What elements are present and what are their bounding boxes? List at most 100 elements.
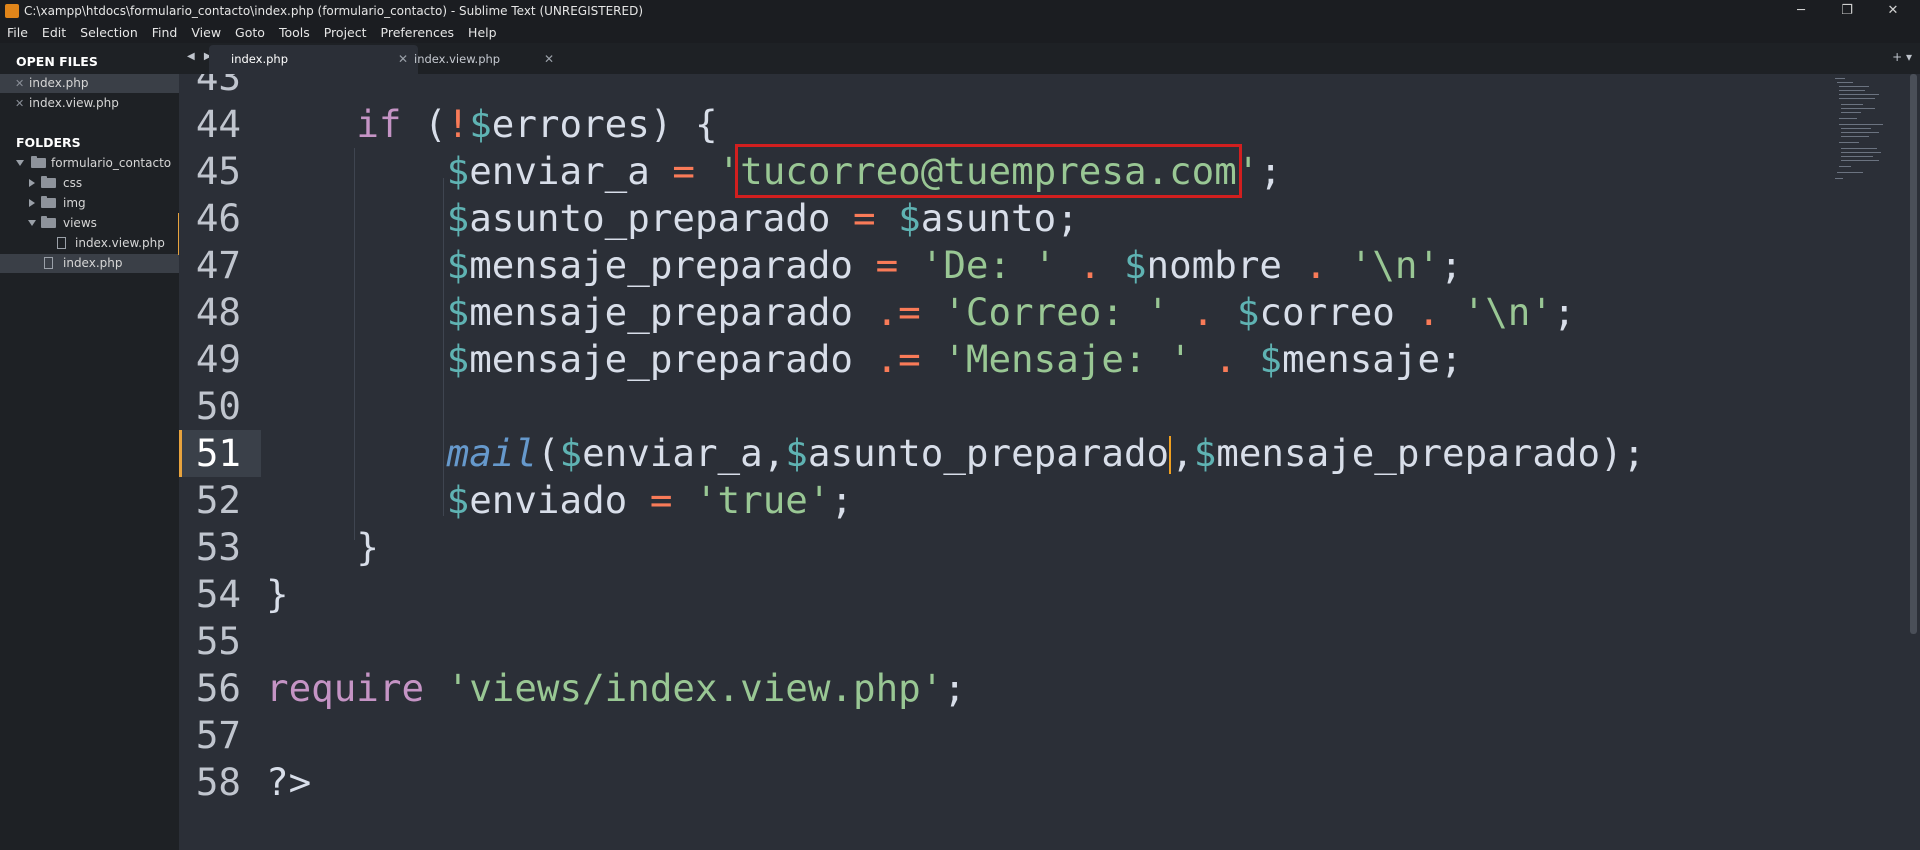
folder-label: views [63,216,97,230]
expand-down-icon[interactable] [16,160,24,166]
tab-label: index.php [231,52,289,66]
menu-selection[interactable]: Selection [73,22,145,43]
expand-right-icon[interactable] [29,179,35,187]
code-text: $enviado = 'true'; [446,478,854,522]
minimize-button[interactable]: ─ [1778,0,1824,22]
code-text: $mensaje_preparado .= 'Correo: ' . $corr… [446,290,1576,334]
file-label: index.php [63,256,123,270]
menu-tools[interactable]: Tools [272,22,317,43]
file-item-index-view[interactable]: index.view.php [0,234,179,253]
code-text: if (!$errores) { [356,102,718,146]
expand-right-icon[interactable] [29,199,35,207]
minimap[interactable] [1835,74,1905,194]
menu-preferences[interactable]: Preferences [374,22,462,43]
vertical-scrollbar[interactable] [1910,74,1917,634]
code-text: mail($enviar_a,$asunto_preparado,$mensaj… [446,431,1646,475]
menu-project[interactable]: Project [317,22,374,43]
sidebar: OPEN FILES ✕ index.php ✕ index.view.php … [0,43,180,850]
line-number: 50 [195,384,241,428]
line-number: 54 [195,572,241,616]
menu-file[interactable]: File [0,22,35,43]
code-text: ?> [266,760,312,804]
line-number: 45 [195,149,241,193]
title-bar: C:\xampp\htdocs\formulario_contacto\inde… [0,0,1920,22]
line-number: 51 [195,431,241,475]
menu-view[interactable]: View [184,22,228,43]
menu-help[interactable]: Help [461,22,504,43]
close-window-button[interactable]: ✕ [1870,0,1916,22]
code-text: } [266,572,289,616]
code-line: 57 [179,712,1829,759]
code-text: } [356,525,379,569]
close-file-icon[interactable]: ✕ [15,74,24,93]
code-line: 55 [179,618,1829,665]
code-editor[interactable]: 43 44 if (!$errores) { 45 $enviar_a = 't… [179,74,1920,850]
close-file-icon[interactable]: ✕ [15,94,24,113]
open-file-label: index.php [29,76,89,90]
code-line: 46 $asunto_preparado = $asunto; [179,195,1829,242]
file-label: index.view.php [75,236,165,250]
line-number: 57 [195,713,241,757]
line-number: 55 [195,619,241,663]
tab-bar: ◀ ▶ index.php ✕ index.view.php ✕ + ▾ [179,43,1920,74]
open-file-item[interactable]: ✕ index.view.php [0,94,179,113]
line-number: 49 [195,337,241,381]
code-text: $mensaje_preparado = 'De: ' . $nombre . … [446,243,1463,287]
folder-label: img [63,196,86,210]
folders-heading: FOLDERS [16,135,81,150]
code-line: 56 require 'views/index.view.php'; [179,665,1829,712]
menu-edit[interactable]: Edit [35,22,73,43]
folder-open-icon [31,156,46,168]
new-tab-and-menu-icon[interactable]: + ▾ [1892,50,1912,64]
folder-icon [41,176,56,188]
open-file-label: index.view.php [29,96,119,110]
code-line: 44 if (!$errores) { [179,101,1829,148]
line-number: 43 [195,74,241,99]
code-text: require 'views/index.view.php'; [266,666,966,710]
sublime-logo-icon [5,4,19,18]
email-highlight: tucorreo@tuempresa.com [735,144,1242,198]
line-number: 58 [195,760,241,804]
menu-bar: File Edit Selection Find View Goto Tools Projec… [0,22,1920,43]
file-icon [57,237,66,249]
code-line: 52 $enviado = 'true'; [179,477,1829,524]
restore-button[interactable]: ❐ [1824,0,1870,22]
line-number: 46 [195,196,241,240]
code-line: 49 $mensaje_preparado .= 'Mensaje: ' . $… [179,336,1829,383]
tab-index-view-php[interactable]: index.view.php ✕ [392,45,564,74]
line-number: 52 [195,478,241,522]
open-file-item[interactable]: ✕ index.php [0,74,179,93]
code-line: 43 [179,74,1829,101]
menu-goto[interactable]: Goto [228,22,272,43]
line-number: 56 [195,666,241,710]
folder-label: formulario_contacto [51,156,172,170]
tab-label: index.view.php [414,52,501,66]
code-line: 50 [179,383,1829,430]
line-number: 48 [195,290,241,334]
folder-item-views[interactable]: views [0,214,179,233]
code-line: 58 ?> [179,759,1829,806]
code-line: 53 } [179,524,1829,571]
folder-item-css[interactable]: css [0,174,179,193]
line-number: 47 [195,243,241,287]
code-line: 47 $mensaje_preparado = 'De: ' . $nombre… [179,242,1829,289]
tab-index-php[interactable]: index.php ✕ [209,45,418,74]
menu-find[interactable]: Find [145,22,185,43]
file-icon [44,257,53,269]
line-number: 44 [195,102,241,146]
close-tab-icon[interactable]: ✕ [544,45,554,74]
code-text: $asunto_preparado = $asunto; [446,196,1079,240]
folder-item-img[interactable]: img [0,194,179,213]
folder-label: css [63,176,83,190]
expand-down-icon[interactable] [28,220,36,226]
folder-item-formulario-contacto[interactable]: formulario_contacto [0,154,179,173]
line-number: 53 [195,525,241,569]
window-title: C:\xampp\htdocs\formulario_contacto\inde… [24,4,644,18]
code-line: 54 } [179,571,1829,618]
folder-open-icon [41,216,56,228]
file-item-index[interactable]: index.php [0,254,179,273]
code-text: $enviar_a = 'tucorreo@tuempresa.com'; [446,144,1282,198]
open-files-heading: OPEN FILES [16,54,98,69]
folder-icon [41,196,56,208]
code-text: $mensaje_preparado .= 'Mensaje: ' . $men… [446,337,1463,381]
